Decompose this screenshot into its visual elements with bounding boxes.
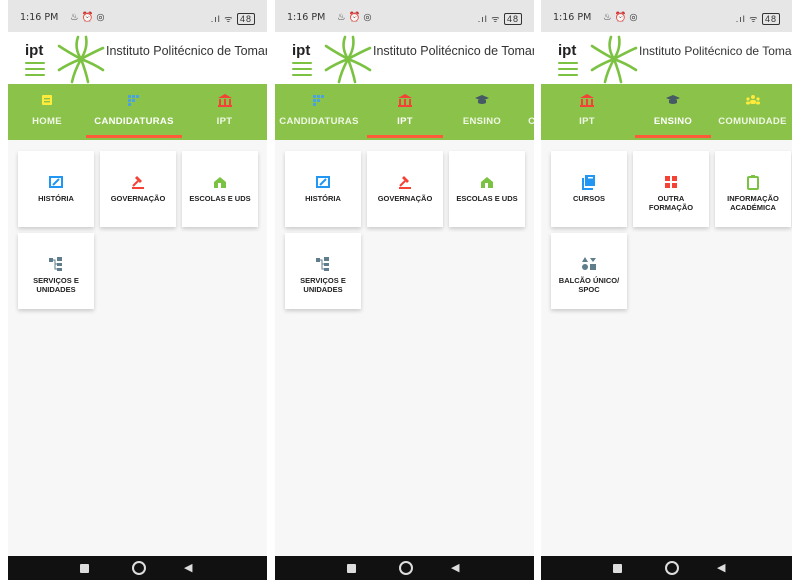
ipt-swirl-logo-icon xyxy=(57,35,105,84)
tab-bar: CANDIDATURAS IPT ENSINO CS xyxy=(275,84,534,140)
status-extra-icons: ♨ ⏰ ◎ xyxy=(603,12,638,23)
battery-icon: 48 xyxy=(761,13,780,25)
clipboard-icon xyxy=(747,175,759,190)
card-balcao-unico[interactable]: BALCÃO ÚNICO/ SPOC xyxy=(551,233,627,309)
card-servicos[interactable]: SERVIÇOS E UNIDADES xyxy=(285,233,361,309)
app-logo: ipt xyxy=(25,42,44,59)
menu-icon[interactable] xyxy=(558,62,578,80)
battery-icon: 48 xyxy=(503,13,522,25)
app-header: ipt Instituto Politécnico de Tomar xyxy=(541,32,792,84)
active-tab-indicator xyxy=(367,135,443,138)
gavel-icon xyxy=(132,176,144,189)
tab-bar: HOME CANDIDATURAS IPT xyxy=(8,84,267,140)
phone-screen-1: 1:16 PM ♨ ⏰ ◎ .ıl ᯤ 48 ipt Instituto Pol… xyxy=(8,0,267,580)
card-historia[interactable]: HISTÓRIA xyxy=(18,151,94,227)
menu-icon[interactable] xyxy=(292,62,312,80)
android-nav-bar: ◀ xyxy=(541,556,792,580)
card-governacao[interactable]: GOVERNAÇÃO xyxy=(367,151,443,227)
status-time: 1:16 PM xyxy=(20,12,59,23)
active-tab-indicator xyxy=(86,135,182,138)
status-extra-icons: ♨ ⏰ ◎ xyxy=(337,12,372,23)
home-icon xyxy=(8,94,86,116)
status-bar: 1:16 PM ♨ ⏰ ◎ .ıl ᯤ 48 xyxy=(8,0,267,32)
tab-partial[interactable]: CS xyxy=(525,84,534,140)
back-button[interactable]: ◀ xyxy=(451,561,459,574)
grid-icon xyxy=(665,176,677,188)
book-icon xyxy=(582,175,595,190)
active-tab-indicator xyxy=(635,135,711,138)
app-header: ipt Instituto Politécnico de Tomar xyxy=(8,32,267,84)
battery-icon: 48 xyxy=(236,13,255,25)
home-button[interactable] xyxy=(132,561,146,575)
card-escolas[interactable]: ESCOLAS E UDS xyxy=(182,151,258,227)
tab-ipt[interactable]: IPT xyxy=(541,84,633,140)
recent-apps-button[interactable] xyxy=(80,564,89,573)
school-icon xyxy=(481,177,493,188)
phone-screen-2: 1:16 PM ♨ ⏰ ◎ .ıl ᯤ 48 ipt Instituto Pol… xyxy=(275,0,534,580)
tab-comunidade[interactable]: COMUNIDADE xyxy=(713,84,792,140)
ipt-building-icon xyxy=(367,94,443,116)
content-grid: HISTÓRIA GOVERNAÇÃO ESCOLAS E UDS SERVIÇ… xyxy=(8,140,267,556)
shapes-icon xyxy=(582,257,596,270)
card-informacao-academica[interactable]: INFORMAÇÃO ACADÉMICA xyxy=(715,151,791,227)
status-signal: .ıl ᯤ 48 xyxy=(211,12,255,25)
android-nav-bar: ◀ xyxy=(275,556,534,580)
tab-ipt[interactable]: IPT xyxy=(182,84,267,140)
ipt-swirl-logo-icon xyxy=(324,35,372,84)
status-signal: .ıl ᯤ 48 xyxy=(736,12,780,25)
institution-name: Instituto Politécnico de Tomar xyxy=(106,44,267,58)
graduation-cap-icon xyxy=(443,94,521,116)
status-time: 1:16 PM xyxy=(553,12,592,23)
back-button[interactable]: ◀ xyxy=(717,561,725,574)
ipt-building-icon xyxy=(541,94,633,116)
ipt-swirl-logo-icon xyxy=(590,35,638,84)
card-historia[interactable]: HISTÓRIA xyxy=(285,151,361,227)
services-icon xyxy=(316,257,329,271)
content-grid: HISTÓRIA GOVERNAÇÃO ESCOLAS E UDS SERVIÇ… xyxy=(275,140,534,556)
content-grid: CURSOS OUTRA FORMAÇÃO INFORMAÇÃO ACADÉMI… xyxy=(541,140,792,556)
tab-bar: IPT ENSINO COMUNIDADE xyxy=(541,84,792,140)
school-icon xyxy=(214,177,226,188)
phone-screen-3: 1:16 PM ♨ ⏰ ◎ .ıl ᯤ 48 ipt Instituto Pol… xyxy=(541,0,792,580)
menu-icon[interactable] xyxy=(25,62,45,80)
tab-ensino[interactable]: ENSINO xyxy=(443,84,521,140)
recent-apps-button[interactable] xyxy=(347,564,356,573)
status-extra-icons: ♨ ⏰ ◎ xyxy=(70,12,105,23)
graduation-cap-icon xyxy=(635,94,711,116)
app-header: ipt Instituto Politécnico de Tomar xyxy=(275,32,534,84)
card-escolas[interactable]: ESCOLAS E UDS xyxy=(449,151,525,227)
services-icon xyxy=(49,257,62,271)
tab-home[interactable]: HOME xyxy=(8,84,86,140)
candidaturas-icon xyxy=(275,94,363,116)
community-icon xyxy=(713,94,792,116)
history-icon xyxy=(49,176,63,188)
status-time: 1:16 PM xyxy=(287,12,326,23)
tab-ipt[interactable]: IPT xyxy=(367,84,443,140)
candidaturas-icon xyxy=(86,94,182,116)
home-button[interactable] xyxy=(665,561,679,575)
card-governacao[interactable]: GOVERNAÇÃO xyxy=(100,151,176,227)
home-button[interactable] xyxy=(399,561,413,575)
app-logo: ipt xyxy=(558,42,577,59)
android-nav-bar: ◀ xyxy=(8,556,267,580)
ipt-building-icon xyxy=(182,94,267,116)
recent-apps-button[interactable] xyxy=(613,564,622,573)
tab-candidaturas[interactable]: CANDIDATURAS xyxy=(86,84,182,140)
gavel-icon xyxy=(399,176,411,189)
card-servicos[interactable]: SERVIÇOS E UNIDADES xyxy=(18,233,94,309)
institution-name: Instituto Politécnico de Tomar xyxy=(639,44,792,58)
back-button[interactable]: ◀ xyxy=(184,561,192,574)
status-signal: .ıl ᯤ 48 xyxy=(478,12,522,25)
app-logo: ipt xyxy=(292,42,311,59)
status-bar: 1:16 PM ♨ ⏰ ◎ .ıl ᯤ 48 xyxy=(541,0,792,32)
card-outra-formacao[interactable]: OUTRA FORMAÇÃO xyxy=(633,151,709,227)
tab-ensino[interactable]: ENSINO xyxy=(635,84,711,140)
institution-name: Instituto Politécnico de Tomar xyxy=(373,44,534,58)
tab-candidaturas[interactable]: CANDIDATURAS xyxy=(275,84,363,140)
status-bar: 1:16 PM ♨ ⏰ ◎ .ıl ᯤ 48 xyxy=(275,0,534,32)
history-icon xyxy=(316,176,330,188)
card-cursos[interactable]: CURSOS xyxy=(551,151,627,227)
